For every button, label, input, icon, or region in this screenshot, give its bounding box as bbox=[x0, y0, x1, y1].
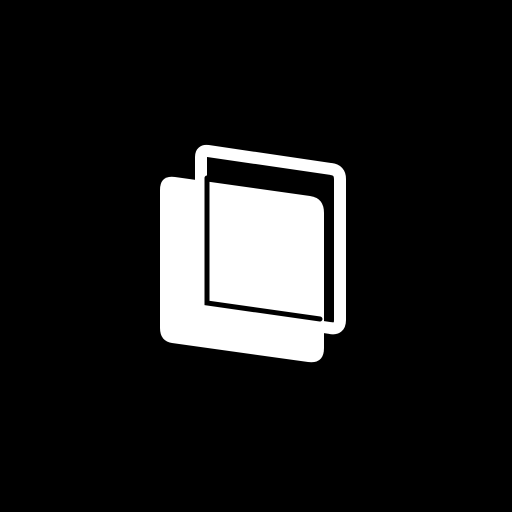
app-icon-canvas bbox=[0, 0, 512, 512]
front-panel-shape bbox=[160, 176, 324, 363]
stacked-panels-icon bbox=[160, 144, 346, 363]
